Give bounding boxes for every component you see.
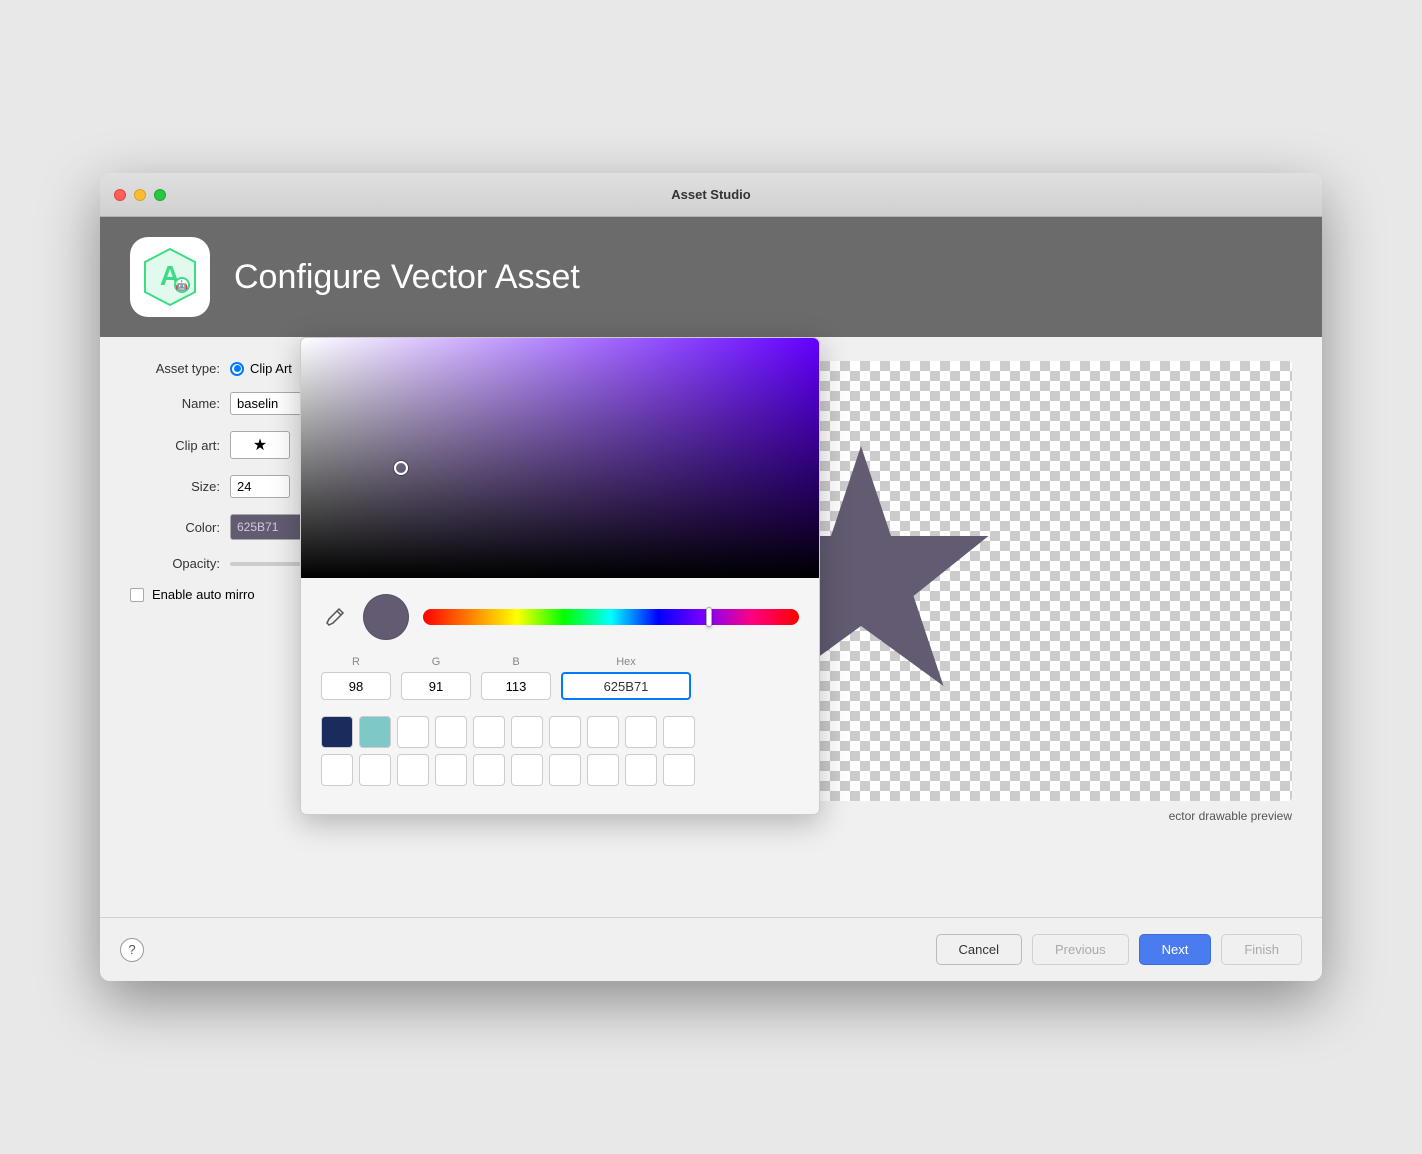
swatch-11[interactable]: [321, 754, 353, 786]
previous-button[interactable]: Previous: [1032, 934, 1129, 965]
b-input[interactable]: [481, 672, 551, 700]
rgb-hex-row: R G B Hex: [301, 648, 819, 708]
clip-art-radio[interactable]: [230, 362, 244, 376]
preview-label-text: ector drawable preview: [1169, 809, 1292, 823]
swatch-3[interactable]: [397, 716, 429, 748]
swatch-10[interactable]: [663, 716, 695, 748]
hex-label: Hex: [616, 656, 636, 668]
size-input[interactable]: [230, 475, 290, 498]
clip-art-button[interactable]: ★: [230, 431, 290, 459]
swatch-2[interactable]: [359, 716, 391, 748]
g-field: G: [401, 656, 471, 700]
swatches-container: [301, 708, 819, 794]
g-label: G: [432, 656, 441, 668]
eyedropper-icon: [325, 607, 345, 627]
maximize-button[interactable]: [154, 189, 166, 201]
asset-type-control[interactable]: Clip Art: [230, 361, 292, 376]
asset-type-label: Asset type:: [130, 361, 220, 376]
main-window: Asset Studio A 🤖 Configure Vector Asset …: [100, 173, 1322, 981]
swatch-20[interactable]: [663, 754, 695, 786]
title-bar: Asset Studio: [100, 173, 1322, 217]
close-button[interactable]: [114, 189, 126, 201]
name-label: Name:: [130, 396, 220, 411]
next-button[interactable]: Next: [1139, 934, 1212, 965]
swatch-18[interactable]: [587, 754, 619, 786]
swatch-4[interactable]: [435, 716, 467, 748]
current-color-preview: [363, 594, 409, 640]
main-content: Asset type: Clip Art Name: Clip art: ★: [100, 337, 1322, 917]
b-field: B: [481, 656, 551, 700]
r-input[interactable]: [321, 672, 391, 700]
size-label: Size:: [130, 479, 220, 494]
opacity-label: Opacity:: [130, 556, 220, 571]
help-icon: ?: [128, 942, 135, 957]
color-picker-panel: R G B Hex: [300, 337, 820, 815]
swatch-6[interactable]: [511, 716, 543, 748]
swatch-12[interactable]: [359, 754, 391, 786]
swatch-15[interactable]: [473, 754, 505, 786]
dialog-header: A 🤖 Configure Vector Asset: [100, 217, 1322, 337]
footer-left: ?: [120, 938, 144, 962]
cancel-button[interactable]: Cancel: [936, 934, 1022, 965]
android-studio-icon: A 🤖: [140, 247, 200, 307]
hex-field: Hex: [561, 656, 691, 700]
hue-slider[interactable]: [423, 609, 799, 625]
finish-button[interactable]: Finish: [1221, 934, 1302, 965]
minimize-button[interactable]: [134, 189, 146, 201]
swatch-17[interactable]: [549, 754, 581, 786]
picker-controls-row: [301, 578, 819, 648]
color-swatch-button[interactable]: 625B71: [230, 514, 310, 540]
auto-mirror-label: Enable auto mirro: [152, 587, 255, 602]
color-value-text: 625B71: [237, 520, 278, 534]
clip-art-radio-label: Clip Art: [250, 361, 292, 376]
svg-text:🤖: 🤖: [176, 279, 188, 292]
help-button[interactable]: ?: [120, 938, 144, 962]
swatch-19[interactable]: [625, 754, 657, 786]
swatch-8[interactable]: [587, 716, 619, 748]
clip-art-icon: ★: [253, 435, 267, 455]
r-field: R: [321, 656, 391, 700]
window-controls: [114, 189, 166, 201]
eyedropper-button[interactable]: [321, 603, 349, 631]
swatch-9[interactable]: [625, 716, 657, 748]
window-title: Asset Studio: [671, 187, 750, 202]
swatch-7[interactable]: [549, 716, 581, 748]
hex-input[interactable]: [561, 672, 691, 700]
app-icon-container: A 🤖: [130, 237, 210, 317]
swatches-row-1: [321, 716, 799, 748]
swatch-5[interactable]: [473, 716, 505, 748]
dialog-title: Configure Vector Asset: [234, 258, 580, 297]
swatches-row-2: [321, 754, 799, 786]
auto-mirror-checkbox[interactable]: [130, 588, 144, 602]
clip-art-label: Clip art:: [130, 438, 220, 453]
swatch-13[interactable]: [397, 754, 429, 786]
color-gradient-area[interactable]: [301, 338, 819, 578]
swatch-1[interactable]: [321, 716, 353, 748]
hue-slider-thumb[interactable]: [706, 607, 712, 627]
g-input[interactable]: [401, 672, 471, 700]
dialog-footer: ? Cancel Previous Next Finish: [100, 917, 1322, 981]
swatch-16[interactable]: [511, 754, 543, 786]
color-label: Color:: [130, 520, 220, 535]
b-label: B: [512, 656, 519, 668]
swatch-14[interactable]: [435, 754, 467, 786]
gradient-picker-handle[interactable]: [394, 461, 408, 475]
r-label: R: [352, 656, 360, 668]
